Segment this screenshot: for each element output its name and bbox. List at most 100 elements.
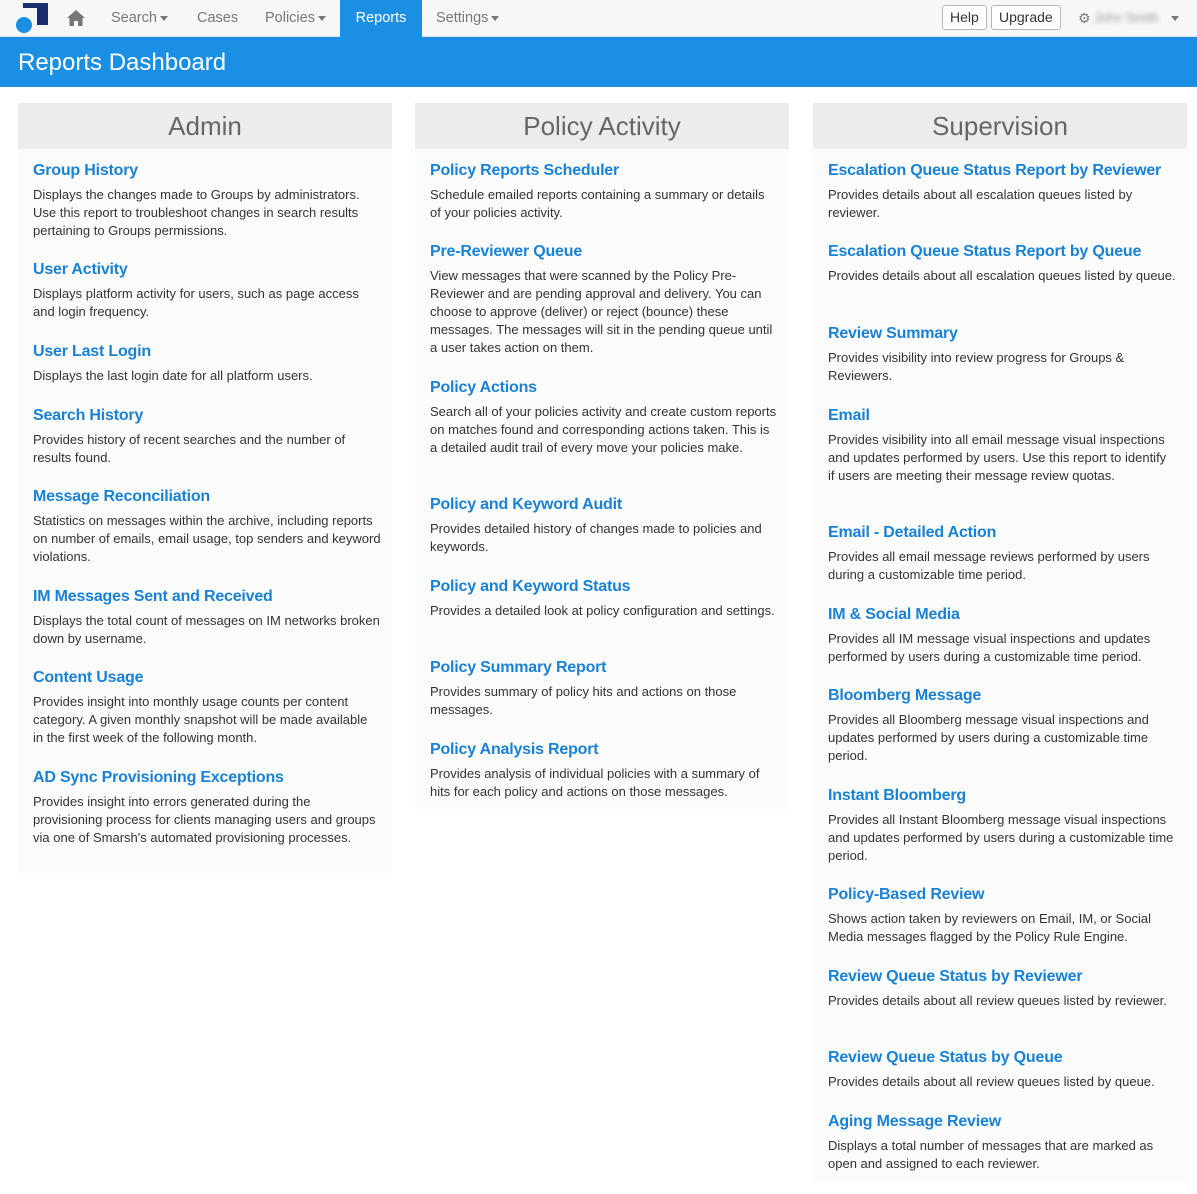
report-link[interactable]: User Activity (33, 260, 381, 280)
report-link[interactable]: Policy and Keyword Status (430, 577, 778, 597)
policy-activity-column: Policy Activity Policy Reports Scheduler… (415, 103, 789, 809)
report-link[interactable]: Instant Bloomberg (828, 786, 1176, 806)
report-link[interactable]: Policy Summary Report (430, 658, 778, 678)
report-item: Email - Detailed Action Provides all emai… (828, 523, 1176, 584)
admin-column: Admin Group History Displays the changes … (18, 103, 392, 873)
nav-reports-label: Reports (355, 10, 407, 26)
report-description: Provides a detailed look at policy confi… (430, 603, 775, 618)
help-button[interactable]: Help (942, 5, 987, 30)
report-description: Displays platform activity for users, su… (33, 286, 359, 319)
report-link[interactable]: User Last Login (33, 342, 381, 362)
report-description: Provides detailed history of changes mad… (430, 521, 762, 554)
chevron-down-icon (317, 15, 326, 21)
page-header: Reports Dashboard (0, 37, 1197, 87)
report-description: Provides insight into errors generated d… (33, 794, 376, 845)
report-description: Shows action taken by reviewers on Email… (828, 911, 1151, 944)
report-item: Review Summary Provides visibility into r… (828, 324, 1176, 385)
report-link[interactable]: Message Reconciliation (33, 487, 381, 507)
user-menu-name[interactable]: John Smith (1094, 10, 1159, 26)
report-link[interactable]: Review Summary (828, 324, 1176, 344)
report-item: IM & Social Media Provides all IM message… (828, 605, 1176, 666)
nav-cases[interactable]: Cases (183, 0, 252, 37)
nav-policies-label: Policies (265, 10, 315, 26)
report-description: Displays the changes made to Groups by a… (33, 187, 360, 238)
report-link[interactable]: Email - Detailed Action (828, 523, 1176, 543)
report-description: Provides analysis of individual policies… (430, 766, 760, 799)
report-item: Email Provides visibility into all email … (828, 406, 1176, 485)
nav-cases-label: Cases (197, 10, 239, 26)
report-item: Escalation Queue Status Report by Queue P… (828, 242, 1176, 285)
report-item: Content Usage Provides insight into month… (33, 668, 381, 747)
report-item: Bloomberg Message Provides all Bloomberg … (828, 686, 1176, 765)
report-item: User Last Login Displays the last login d… (33, 342, 381, 385)
report-item: Policy and Keyword Audit Provides detaile… (430, 495, 778, 556)
report-description: View messages that were scanned by the P… (430, 268, 773, 355)
page-title: Reports Dashboard (18, 49, 227, 76)
report-description: Search all of your policies activity and… (430, 404, 777, 455)
report-description: Provides all Bloomberg message visual in… (828, 712, 1149, 763)
report-link[interactable]: Aging Message Review (828, 1112, 1176, 1132)
nav-settings-label: Settings (436, 10, 489, 26)
report-description: Provides insight into monthly usage coun… (33, 694, 368, 745)
column-heading-admin: Admin (18, 103, 392, 149)
report-item: AD Sync Provisioning Exceptions Provides … (33, 768, 381, 847)
report-link[interactable]: Policy and Keyword Audit (430, 495, 778, 515)
report-item: Review Queue Status by Queue Provides det… (828, 1048, 1176, 1091)
report-description: Provides details about all review queues… (828, 993, 1167, 1008)
column-heading-policy-activity: Policy Activity (415, 103, 789, 149)
report-item: Message Reconciliation Statistics on mess… (33, 487, 381, 566)
report-link[interactable]: Bloomberg Message (828, 686, 1176, 706)
report-description: Displays a total number of messages that… (828, 1138, 1154, 1171)
nav-policies[interactable]: Policies (251, 0, 340, 37)
report-link[interactable]: Review Queue Status by Queue (828, 1048, 1176, 1068)
smarsh-logo[interactable] (16, 3, 48, 33)
report-link[interactable]: Policy-Based Review (828, 885, 1176, 905)
top-navbar: Search Cases Policies Reports Settings H… (0, 0, 1197, 37)
report-link[interactable]: Search History (33, 406, 381, 426)
report-link[interactable]: Review Queue Status by Reviewer (828, 967, 1176, 987)
chevron-down-icon (491, 15, 500, 21)
report-description: Provides visibility into all email messa… (828, 432, 1167, 483)
nav-reports[interactable]: Reports (340, 0, 422, 37)
report-link[interactable]: Escalation Queue Status Report by Queue (828, 242, 1176, 262)
report-description: Provides history of recent searches and … (33, 432, 346, 465)
nav-search-label: Search (111, 10, 157, 26)
report-description: Displays the total count of messages on … (33, 613, 380, 646)
report-item: Search History Provides history of recent… (33, 406, 381, 467)
report-item: Policy Actions Search all of your policie… (430, 378, 778, 457)
report-link[interactable]: Escalation Queue Status Report by Review… (828, 161, 1176, 181)
report-item: Aging Message Review Displays a total num… (828, 1112, 1176, 1173)
chevron-down-icon[interactable] (1171, 16, 1179, 21)
report-description: Provides all Instant Bloomberg message v… (828, 812, 1174, 863)
nav-search[interactable]: Search (97, 0, 182, 37)
home-icon[interactable] (66, 8, 86, 28)
gear-icon[interactable]: ⚙ (1078, 10, 1091, 26)
report-item: Policy and Keyword Status Provides a deta… (430, 577, 778, 620)
report-description: Provides details about all escalation qu… (828, 187, 1133, 220)
report-link[interactable]: Email (828, 406, 1176, 426)
report-item: Escalation Queue Status Report by Review… (828, 161, 1176, 222)
report-item: Policy Reports Scheduler Schedule emailed… (430, 161, 778, 222)
report-item: IM Messages Sent and Received Displays th… (33, 587, 381, 648)
report-link[interactable]: IM & Social Media (828, 605, 1176, 625)
report-link[interactable]: Group History (33, 161, 381, 181)
report-link[interactable]: Content Usage (33, 668, 381, 688)
report-item: User Activity Displays platform activity … (33, 260, 381, 321)
column-heading-supervision: Supervision (813, 103, 1187, 149)
report-description: Provides details about all review queues… (828, 1074, 1155, 1089)
report-description: Displays the last login date for all pla… (33, 368, 313, 383)
report-link[interactable]: IM Messages Sent and Received (33, 587, 381, 607)
report-link[interactable]: Pre-Reviewer Queue (430, 242, 778, 262)
report-item: Policy Summary Report Provides summary of… (430, 658, 778, 719)
nav-settings[interactable]: Settings (422, 0, 513, 37)
report-link[interactable]: Policy Reports Scheduler (430, 161, 778, 181)
report-item: Instant Bloomberg Provides all Instant Bl… (828, 786, 1176, 865)
report-description: Schedule emailed reports containing a su… (430, 187, 765, 220)
upgrade-button[interactable]: Upgrade (991, 5, 1061, 30)
report-link[interactable]: AD Sync Provisioning Exceptions (33, 768, 381, 788)
report-link[interactable]: Policy Actions (430, 378, 778, 398)
report-item: Review Queue Status by Reviewer Provides … (828, 967, 1176, 1010)
supervision-column: Supervision Escalation Queue Status Repo… (813, 103, 1187, 1182)
report-link[interactable]: Policy Analysis Report (430, 740, 778, 760)
report-description: Statistics on messages within the archiv… (33, 513, 381, 564)
